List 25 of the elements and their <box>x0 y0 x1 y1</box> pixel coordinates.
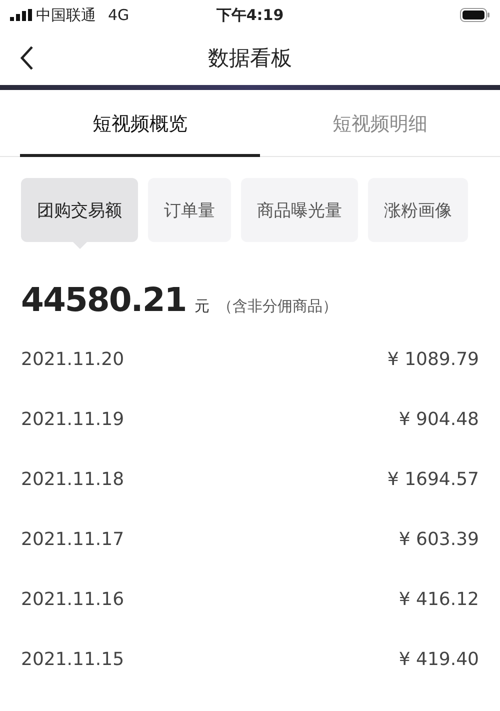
tab[interactable]: 短视频概览 <box>20 94 260 157</box>
row-date: 2021.11.20 <box>21 348 124 370</box>
total-amount: 44580.21 <box>21 280 186 319</box>
page-title: 数据看板 <box>208 44 292 72</box>
row-amount: ¥ 1089.79 <box>387 348 479 370</box>
row-date: 2021.11.17 <box>21 528 124 550</box>
total-note: （含非分佣商品） <box>217 297 338 316</box>
row-amount: ¥ 416.12 <box>398 588 479 610</box>
metric-chip[interactable]: 团购交易额 <box>21 178 138 242</box>
metric-chip[interactable]: 商品曝光量 <box>241 178 358 242</box>
currency-unit: 元 <box>194 297 210 316</box>
row-amount: ¥ 904.48 <box>398 408 479 430</box>
row-amount: ¥ 603.39 <box>398 528 479 550</box>
carrier-name: 中国联通 <box>36 6 96 24</box>
status-time: 下午4:19 <box>216 6 284 24</box>
row-date: 2021.11.18 <box>21 468 124 490</box>
row-amount: ¥ 419.40 <box>398 648 479 670</box>
row-amount: ¥ 1694.57 <box>387 468 479 490</box>
network-type: 4G <box>108 6 130 24</box>
row-date: 2021.11.15 <box>21 648 124 670</box>
metric-chip[interactable]: 订单量 <box>148 178 231 242</box>
row-date: 2021.11.16 <box>21 588 124 610</box>
tab[interactable]: 短视频明细 <box>260 94 500 157</box>
row-date: 2021.11.19 <box>21 408 124 430</box>
metric-chip[interactable]: 涨粉画像 <box>368 178 468 242</box>
